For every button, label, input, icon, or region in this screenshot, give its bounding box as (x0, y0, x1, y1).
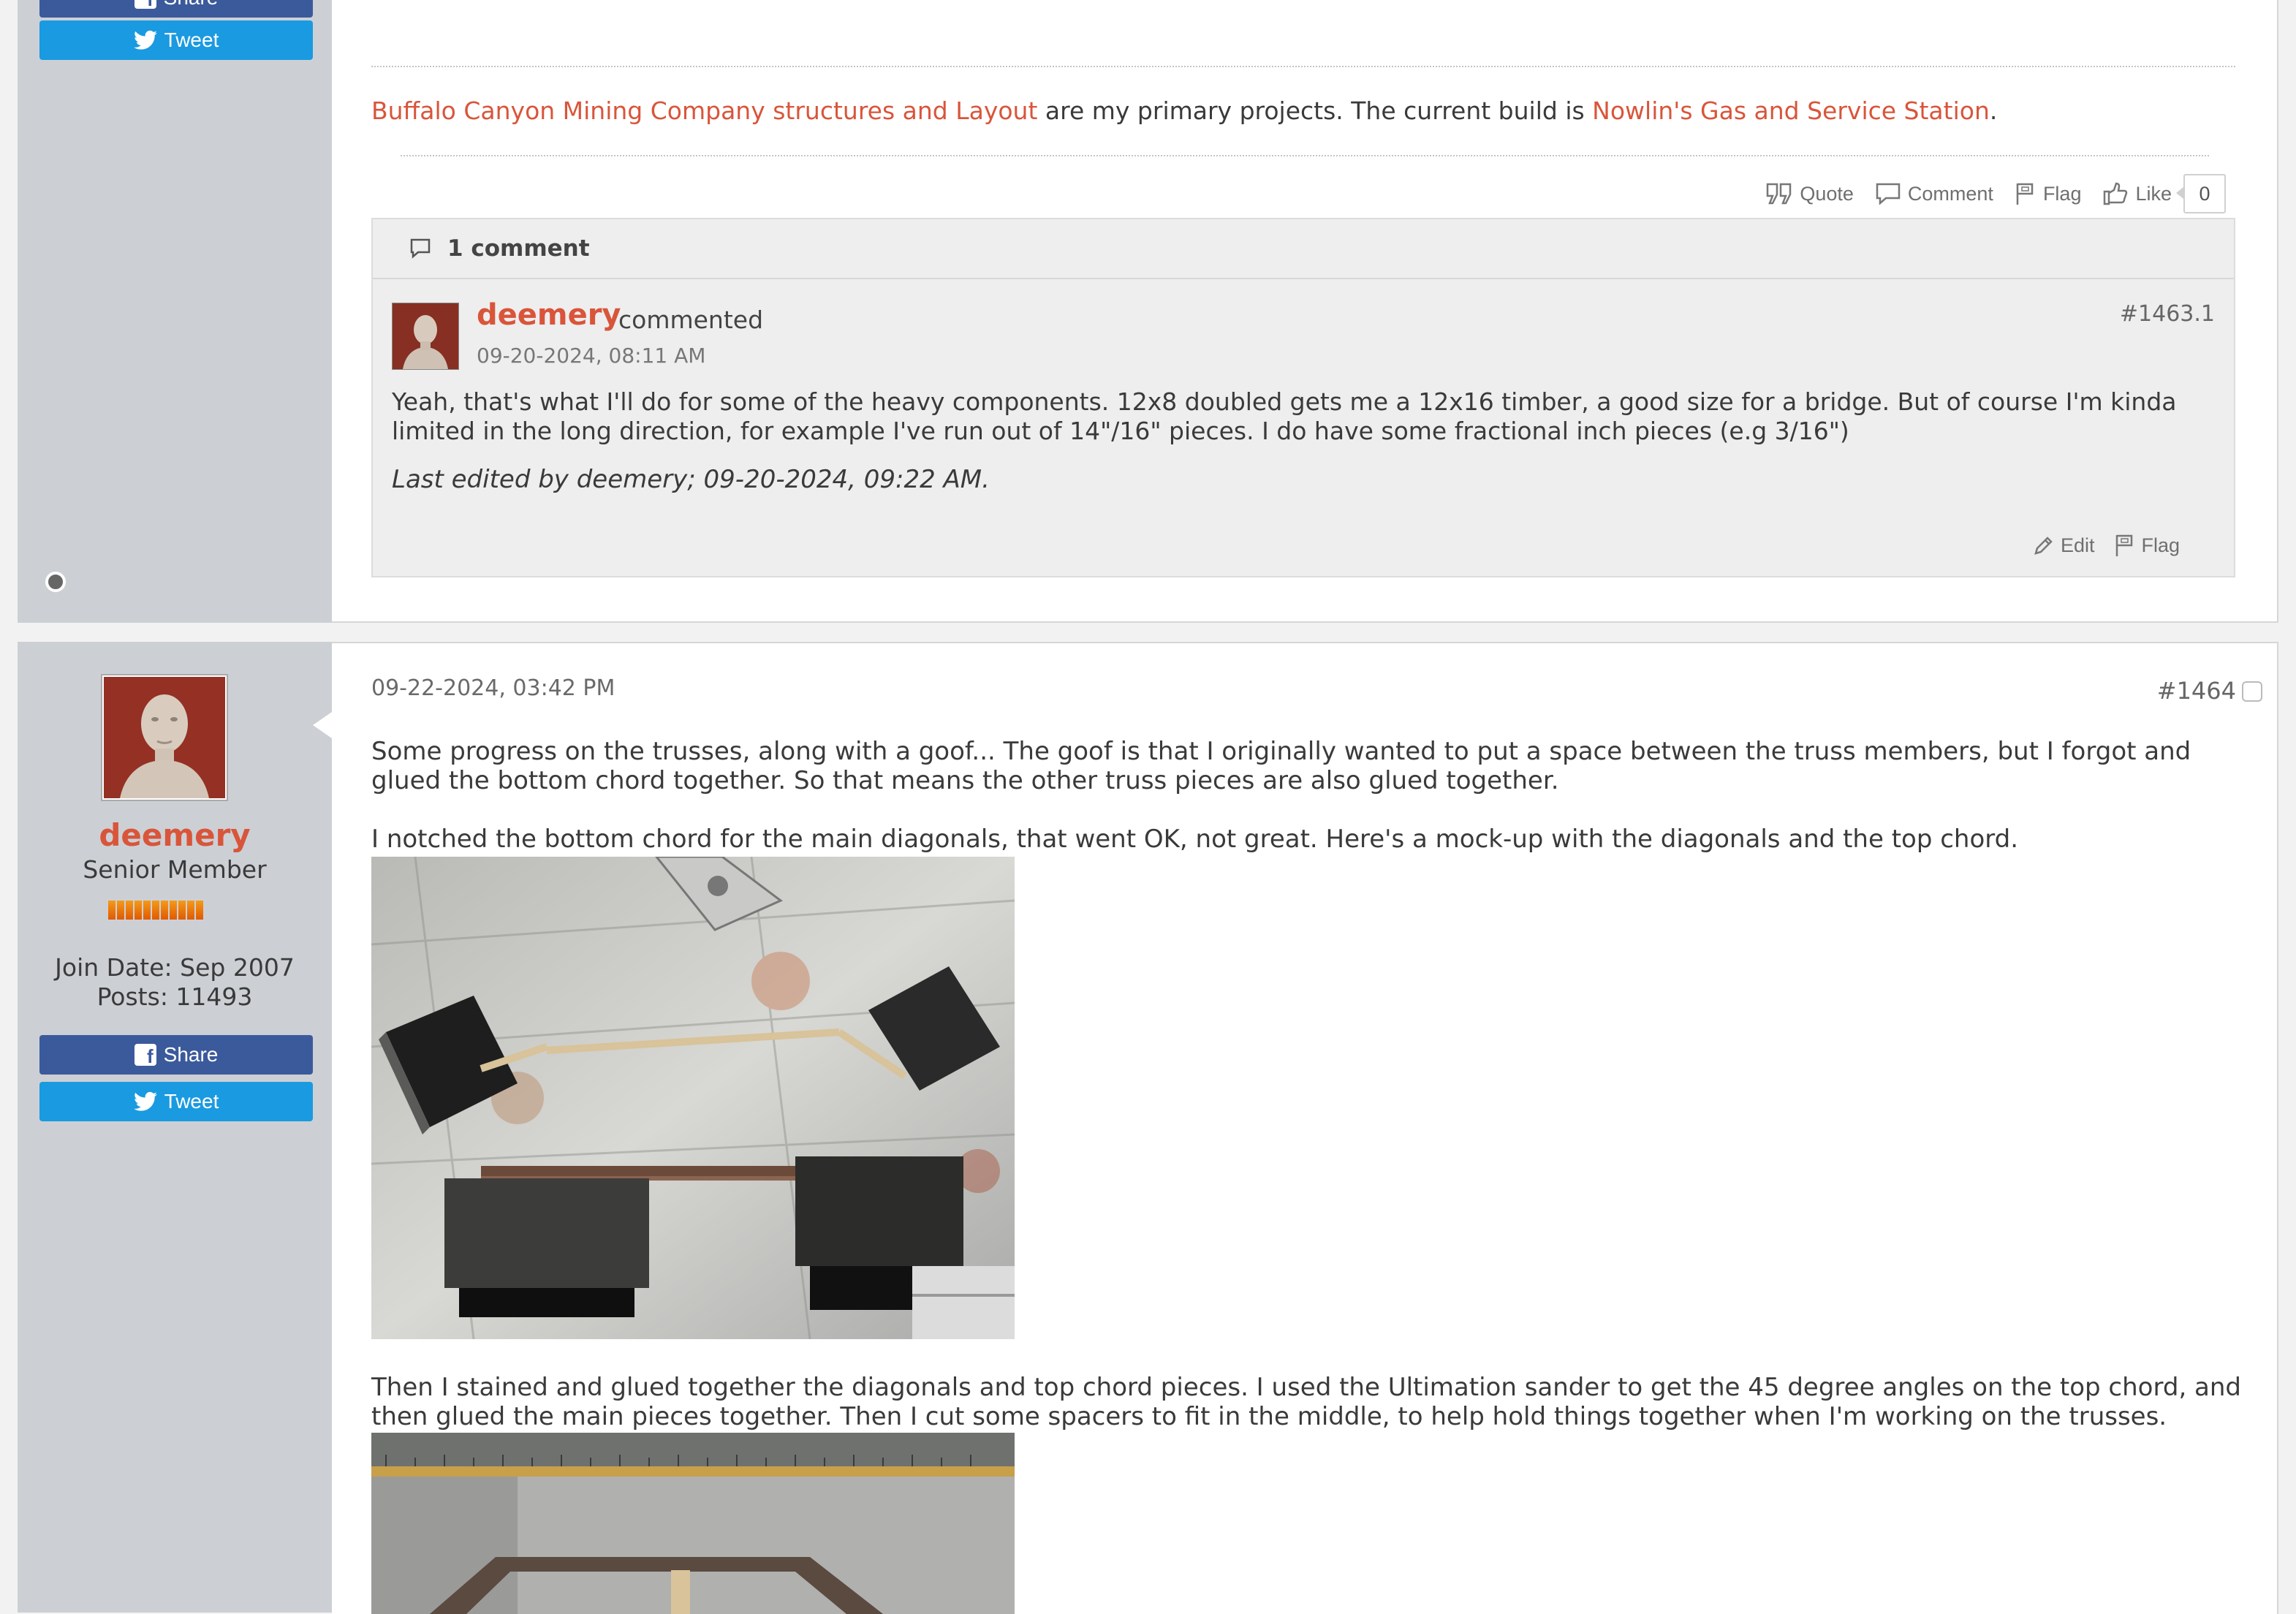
tweet-button[interactable]: Tweet (39, 1082, 313, 1121)
post-paragraph: I notched the bottom chord for the main … (371, 825, 2019, 854)
reputation-pip (170, 901, 177, 920)
post-count: Posts: 11493 (96, 982, 253, 1011)
post-paragraph: Some progress on the trusses, along with… (371, 737, 2191, 795)
comments-count: 1 comment (447, 235, 590, 262)
signature-link-nowlins-gas[interactable]: Nowlin's Gas and Service Station (1592, 96, 1990, 125)
truss-glued-photo[interactable] (371, 1433, 1015, 1614)
comment-author-avatar[interactable] (392, 303, 459, 370)
comment-bubble-icon (410, 238, 431, 259)
reputation-pip (126, 901, 133, 920)
flag-label: Flag (2042, 182, 2082, 205)
share-button[interactable]: f Share (39, 0, 313, 18)
edit-label: Edit (2060, 534, 2095, 556)
twitter-bird-icon (133, 1091, 157, 1111)
reputation-pip (187, 901, 194, 920)
facebook-icon: f (134, 1044, 156, 1066)
flag-icon (2016, 183, 2034, 205)
post-actions: Quote Comment Flag Like 0 (1766, 174, 2226, 213)
flag-icon (2116, 534, 2133, 556)
tweet-label: Tweet (164, 1090, 219, 1113)
comments-header[interactable]: 1 comment (373, 219, 2234, 279)
flag-label: Flag (2141, 534, 2180, 556)
reputation-pip (143, 901, 151, 920)
reputation-pip (178, 901, 186, 920)
quote-label: Quote (1800, 182, 1854, 205)
comment-icon (1876, 183, 1901, 205)
share-label: Share (164, 0, 219, 10)
reputation-pip (161, 901, 168, 920)
comment-text: Yeah, that's what I'll do for some of th… (392, 387, 2177, 445)
post-1464-user-sidebar: deemery Senior Member Join Date: Sep 200… (18, 642, 332, 1613)
comment-actions: Edit Flag (2033, 534, 2180, 557)
post-1463-content: Buffalo Canyon Mining Company structures… (332, 0, 2278, 623)
reputation-pip (152, 901, 159, 920)
flag-button[interactable]: Flag (2015, 182, 2082, 205)
tweet-button[interactable]: Tweet (39, 20, 313, 60)
comment-label: Comment (1907, 182, 1993, 205)
thumbs-up-icon (2104, 182, 2128, 205)
signature: Buffalo Canyon Mining Company structures… (371, 96, 1997, 125)
share-label: Share (163, 1043, 219, 1066)
comment-edited-note: Last edited by deemery; 09-20-2024, 09:2… (392, 465, 990, 494)
reputation-pip (117, 901, 124, 920)
twitter-bird-icon (133, 30, 157, 50)
reputation-pip (108, 901, 115, 920)
signature-link-buffalo-canyon[interactable]: Buffalo Canyon Mining Company structures… (371, 96, 1037, 125)
comment-date: 09-20-2024, 08:11 AM (477, 344, 706, 368)
comment-verb: commented (618, 306, 764, 334)
pencil-icon (2034, 537, 2053, 555)
signature-text: are my primary projects. The current bui… (1037, 96, 1593, 125)
share-button[interactable]: f Share (39, 1035, 313, 1075)
speech-pointer (313, 712, 332, 738)
post-1464-content: 09-22-2024, 03:42 PM #1464 Some progress… (332, 642, 2278, 1614)
comment-flag-button[interactable]: Flag (2115, 534, 2180, 557)
actions-divider (401, 155, 2209, 156)
post-paragraph: Then I stained and glued together the di… (371, 1373, 2242, 1431)
comment-edit-button[interactable]: Edit (2033, 534, 2095, 557)
facebook-icon: f (134, 0, 156, 9)
comment-author-link[interactable]: deemery (477, 298, 621, 332)
tweet-label: Tweet (164, 29, 219, 51)
comment-permalink[interactable]: #1463.1 (2120, 301, 2215, 327)
post-1463-user-sidebar: f Share Tweet (18, 0, 332, 623)
quote-icon (1767, 183, 1792, 205)
like-label: Like (2135, 182, 2172, 205)
signature-end: . (1989, 96, 1998, 125)
signature-divider (371, 66, 2235, 67)
reputation-bar (108, 901, 203, 920)
username-link[interactable]: deemery (18, 817, 332, 853)
reputation-pip (134, 901, 142, 920)
reputation-pip (196, 901, 203, 920)
user-avatar[interactable] (101, 674, 228, 801)
post-select-checkbox[interactable] (2242, 681, 2262, 702)
user-title: Senior Member (83, 855, 267, 884)
truss-mockup-photo[interactable] (371, 857, 1015, 1339)
like-button[interactable]: Like (2103, 182, 2172, 205)
post-1464: deemery Senior Member Join Date: Sep 200… (18, 642, 2278, 1614)
quote-button[interactable]: Quote (1766, 183, 1854, 205)
comments-section: 1 comment deemery commented 09-20-2024, … (371, 218, 2235, 577)
offline-status-icon (45, 572, 66, 592)
post-date: 09-22-2024, 03:42 PM (371, 675, 615, 701)
comment-button[interactable]: Comment (1876, 183, 1993, 205)
post-1463: f Share Tweet Buffalo Canyon Mining Comp… (18, 0, 2278, 623)
like-count: 0 (2176, 174, 2226, 213)
join-date: Join Date: Sep 2007 (55, 953, 295, 982)
post-permalink[interactable]: #1464 (2157, 677, 2236, 705)
